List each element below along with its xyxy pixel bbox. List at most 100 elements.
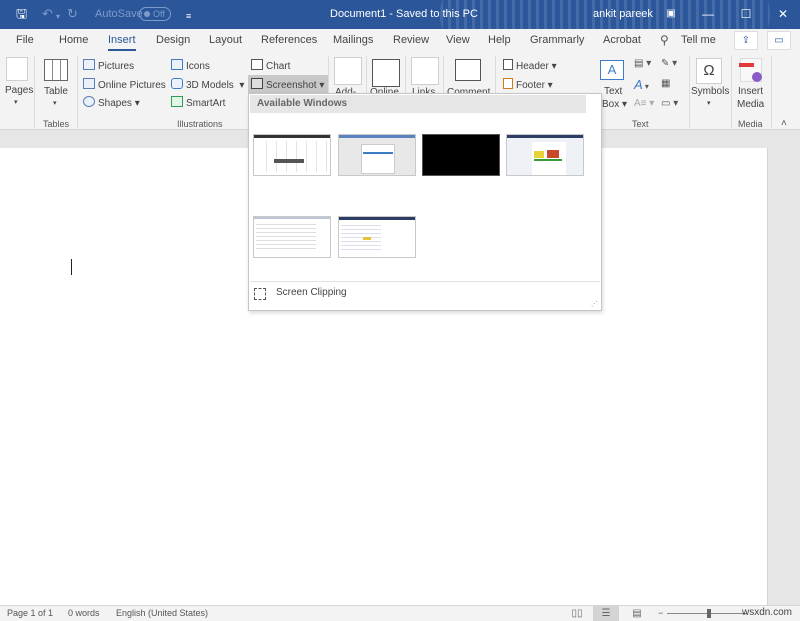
ribbon-display-options-icon[interactable]: ▣	[661, 5, 681, 23]
tab-acrobat[interactable]: Acrobat	[603, 34, 641, 46]
object-icon[interactable]: ▭ ▾	[661, 98, 678, 109]
signature-line-icon[interactable]: ✎ ▾	[661, 58, 677, 69]
screen-clipping-menu-item[interactable]: Screen Clipping	[251, 284, 599, 306]
minimize-button[interactable]: —	[698, 5, 718, 23]
tab-review[interactable]: Review	[393, 34, 429, 46]
links-icon[interactable]	[411, 57, 439, 85]
media-strip	[739, 63, 754, 67]
tab-references[interactable]: References	[261, 34, 317, 46]
customize-qat-icon[interactable]: ≡	[186, 9, 191, 23]
tab-insert[interactable]: Insert	[108, 34, 136, 51]
word-count[interactable]: 0 words	[68, 608, 100, 618]
tab-view[interactable]: View	[446, 34, 470, 46]
screenshot-icon	[251, 78, 263, 89]
shapes-button[interactable]: Shapes ▾	[83, 96, 140, 109]
tab-file[interactable]: File	[16, 34, 34, 46]
undo-dropdown-icon[interactable]: ▾	[56, 10, 60, 24]
footer-label: Footer	[516, 80, 545, 91]
web-layout-icon[interactable]: ▤	[624, 606, 650, 621]
omega-icon[interactable]: Ω	[696, 58, 722, 84]
window-thumbnail[interactable]	[338, 134, 416, 176]
tab-design[interactable]: Design	[156, 34, 190, 46]
print-layout-icon[interactable]: ☰	[593, 606, 619, 621]
online-pictures-button[interactable]: Online Pictures	[83, 78, 166, 91]
share-button[interactable]: ⇪	[734, 31, 758, 50]
smartart-label: SmartArt	[186, 98, 226, 109]
table-button[interactable]: Table	[44, 86, 68, 97]
header-button[interactable]: Header ▾	[503, 59, 557, 72]
menu-divider	[250, 281, 600, 282]
ribbon-tabs: File Home Insert Design Layout Reference…	[0, 29, 800, 53]
window-thumbnail[interactable]	[422, 134, 500, 176]
tab-help[interactable]: Help	[488, 34, 511, 46]
page-count[interactable]: Page 1 of 1	[7, 608, 53, 618]
resize-grip-icon[interactable]: ⋰	[591, 300, 598, 308]
icons-icon	[171, 59, 183, 70]
undo-icon[interactable]: ↶	[42, 7, 53, 21]
insert-media-button[interactable]: Insert	[738, 86, 763, 97]
text-box-icon[interactable]: A	[600, 60, 624, 80]
thumbnail-content	[256, 222, 316, 252]
shapes-label: Shapes	[98, 98, 132, 109]
pages-dropdown-icon[interactable]: ▾	[14, 98, 18, 106]
header-icon	[503, 59, 513, 70]
tell-me-search[interactable]: Tell me	[681, 34, 716, 46]
date-time-icon[interactable]: ▦	[661, 78, 670, 89]
table-icon[interactable]	[44, 59, 68, 81]
divider	[731, 56, 732, 128]
tab-mailings[interactable]: Mailings	[333, 34, 373, 46]
thumbnail-titlebar	[254, 217, 330, 219]
language-indicator[interactable]: English (United States)	[116, 608, 208, 618]
text-box-dropdown[interactable]: Box ▾	[602, 99, 627, 110]
thumbnail-titlebar	[339, 135, 415, 138]
3d-models-button[interactable]: 3D Models ▾	[171, 78, 244, 91]
add-ins-icon[interactable]	[334, 57, 362, 85]
wordart-icon[interactable]: A ▾	[634, 77, 649, 92]
3d-models-icon	[171, 78, 183, 89]
collapse-ribbon-icon[interactable]: ˄	[781, 118, 787, 129]
window-thumbnail[interactable]	[253, 216, 331, 258]
drop-cap-icon[interactable]: A≡ ▾	[634, 98, 654, 109]
symbols-dropdown-icon[interactable]: ▾	[707, 99, 711, 107]
symbols-button[interactable]: Symbols	[691, 86, 729, 97]
divider	[771, 56, 772, 128]
save-icon[interactable]: 🖫	[16, 7, 27, 21]
thumbnail-titlebar	[507, 135, 583, 138]
thumbnail-content	[534, 151, 544, 158]
insert-media-icon[interactable]	[739, 58, 762, 82]
chart-button[interactable]: Chart	[251, 59, 290, 72]
footer-button[interactable]: Footer ▾	[503, 78, 553, 91]
table-dropdown-icon[interactable]: ▾	[53, 99, 57, 107]
window-thumbnail[interactable]	[253, 134, 331, 176]
comments-button[interactable]: ▭	[767, 31, 791, 50]
autosave-toggle[interactable]: Off	[139, 7, 171, 21]
screenshot-dropdown: Available Windows Screen Clipping ⋰	[248, 93, 602, 311]
zoom-out-button[interactable]: −	[658, 608, 663, 618]
chart-icon	[251, 59, 263, 70]
icons-button[interactable]: Icons	[171, 59, 210, 72]
pictures-button[interactable]: Pictures	[83, 59, 134, 72]
redo-icon[interactable]: ↻	[67, 7, 78, 21]
smartart-button[interactable]: SmartArt	[171, 96, 225, 109]
pictures-icon	[83, 59, 95, 70]
window-thumbnail[interactable]	[506, 134, 584, 176]
user-name[interactable]: ankit pareek	[593, 8, 653, 20]
title-bar: 🖫 ↶ ▾ ↻ AutoSave Off ≡ Document1 - Saved…	[0, 0, 800, 29]
tab-home[interactable]: Home	[59, 34, 88, 46]
online-video-icon[interactable]	[372, 59, 400, 87]
read-mode-icon[interactable]: ▯▯	[564, 606, 590, 621]
text-box-button[interactable]: Text	[604, 86, 622, 97]
maximize-button[interactable]: ☐	[736, 5, 756, 23]
tab-layout[interactable]: Layout	[209, 34, 242, 46]
tab-grammarly[interactable]: Grammarly	[530, 34, 584, 46]
comment-icon[interactable]	[455, 59, 481, 81]
chart-label: Chart	[266, 61, 291, 72]
pages-icon[interactable]	[6, 57, 28, 81]
zoom-slider-thumb[interactable]	[707, 609, 711, 618]
close-button[interactable]: ✕	[773, 5, 793, 23]
window-thumbnail[interactable]	[338, 216, 416, 258]
pages-button[interactable]: Pages	[5, 85, 33, 96]
quick-parts-icon[interactable]: ▤ ▾	[634, 58, 651, 69]
screenshot-button[interactable]: Screenshot ▾	[248, 75, 329, 94]
text-box-label: Box	[602, 99, 620, 110]
